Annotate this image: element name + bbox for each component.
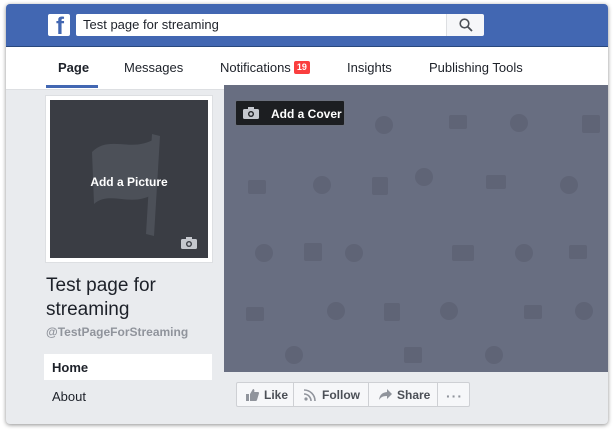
add-cover-label: Add a Cover <box>271 107 342 121</box>
share-button[interactable]: Share <box>369 383 438 406</box>
tab-messages-label: Messages <box>124 60 184 75</box>
tab-notifications[interactable]: Notifications 19 <box>220 60 310 75</box>
cover-pattern-icons <box>246 114 600 364</box>
cover-photo-area[interactable]: Add a Cover <box>224 85 608 372</box>
more-dots-icon: ··· <box>446 388 463 404</box>
profile-picture-placeholder[interactable]: Add a Picture <box>50 100 208 258</box>
tab-insights-label: Insights <box>347 60 392 75</box>
follow-label: Follow <box>322 388 360 402</box>
page-username[interactable]: @TestPageForStreaming <box>46 325 188 339</box>
sidebar-item-about-label: About <box>52 389 86 404</box>
active-tab-indicator <box>46 85 98 88</box>
camera-icon <box>243 107 259 119</box>
tab-publishing-tools[interactable]: Publishing Tools <box>429 60 523 75</box>
logo-letter: f <box>56 14 64 37</box>
page-tab-bar: Page Messages Notifications 19 Insights P… <box>6 47 608 90</box>
profile-picture-frame: Add a Picture <box>46 96 212 262</box>
add-cover-button[interactable]: Add a Cover <box>235 100 345 126</box>
like-button[interactable]: Like <box>237 383 294 406</box>
share-arrow-icon <box>379 389 392 400</box>
more-options-button[interactable]: ··· <box>438 383 470 406</box>
search-input[interactable]: Test page for streaming <box>76 14 446 36</box>
page-action-bar: Like Follow Share ··· <box>236 382 470 407</box>
share-label: Share <box>397 388 431 402</box>
sidebar-item-home[interactable]: Home <box>44 354 212 380</box>
facebook-logo-icon[interactable]: f <box>48 14 70 36</box>
tab-page[interactable]: Page <box>58 60 89 75</box>
sidebar-item-home-label: Home <box>52 360 89 375</box>
top-bar: f Test page for streaming <box>6 4 608 47</box>
thumbs-up-icon <box>246 389 259 401</box>
tab-messages[interactable]: Messages <box>124 60 183 75</box>
notifications-badge: 19 <box>293 61 310 74</box>
tab-page-label: Page <box>58 60 90 75</box>
camera-icon[interactable] <box>181 237 197 249</box>
tab-notifications-label: Notifications <box>220 60 291 75</box>
browser-frame: f Test page for streaming Page Messages … <box>6 4 608 424</box>
search-icon <box>459 18 473 32</box>
page-title[interactable]: Test page for streaming <box>46 274 216 322</box>
search-button[interactable] <box>446 14 484 36</box>
tab-publishing-tools-label: Publishing Tools <box>429 60 523 75</box>
rss-follow-icon <box>304 389 316 401</box>
sidebar-item-about[interactable]: About <box>44 383 212 409</box>
follow-button[interactable]: Follow <box>294 383 369 406</box>
add-picture-label: Add a Picture <box>90 175 168 189</box>
like-label: Like <box>264 388 289 402</box>
tab-insights[interactable]: Insights <box>347 60 392 75</box>
